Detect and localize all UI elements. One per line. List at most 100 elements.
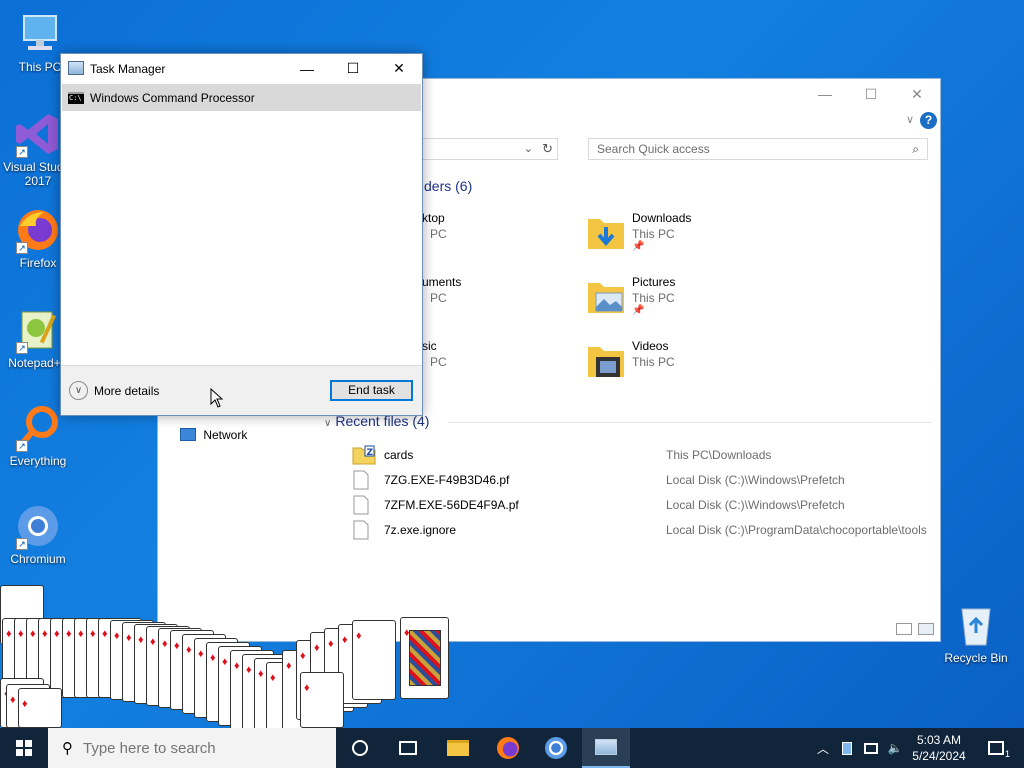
svg-text:Z: Z bbox=[367, 448, 374, 458]
network-icon bbox=[864, 742, 878, 754]
shortcut-arrow-icon: ↗ bbox=[16, 342, 28, 354]
help-button[interactable]: ? bbox=[920, 112, 937, 129]
task-manager-icon bbox=[68, 61, 84, 75]
chromium-icon: ↗ bbox=[14, 502, 62, 550]
desktop-icon-chromium[interactable]: ↗ Chromium bbox=[0, 502, 76, 566]
file-name: 7ZG.EXE-F49B3D46.pf bbox=[384, 473, 510, 487]
file-name: 7z.exe.ignore bbox=[384, 523, 457, 537]
chevron-down-icon: ∨ bbox=[69, 381, 88, 400]
maximize-button[interactable]: ☐ bbox=[330, 54, 376, 83]
view-toggle bbox=[896, 623, 934, 635]
start-button[interactable] bbox=[0, 728, 48, 768]
frequent-folders-header[interactable]: ders (6) bbox=[424, 178, 472, 194]
monitor-icon bbox=[16, 10, 64, 58]
search-placeholder: Search Quick access bbox=[597, 142, 710, 156]
tablet-icon bbox=[842, 741, 852, 755]
firefox-icon: ↗ bbox=[14, 206, 62, 254]
desktop-icon-recycle-bin[interactable]: Recycle Bin bbox=[940, 603, 1012, 665]
chevron-down-icon: ∨ bbox=[324, 418, 332, 429]
firefox-icon bbox=[497, 737, 519, 759]
magnifier-icon: ↗ bbox=[14, 404, 62, 452]
clock-date: 5/24/2024 bbox=[912, 749, 966, 763]
file-icon bbox=[352, 520, 370, 540]
folder-name: Pictures bbox=[632, 275, 676, 289]
taskbar-chromium[interactable] bbox=[532, 728, 580, 768]
taskbar-file-explorer[interactable] bbox=[434, 728, 482, 768]
maximize-button[interactable]: ☐ bbox=[848, 79, 894, 109]
task-manager-window[interactable]: Task Manager — ☐ ✕ C:\ Windows Command P… bbox=[60, 53, 423, 416]
windows-logo-icon bbox=[16, 740, 32, 756]
taskbar: ⚲ ︿ 🔈 5:03 AM 5/24/2024 1 bbox=[0, 728, 1024, 768]
file-path: Local Disk (C:)\Windows\Prefetch bbox=[666, 498, 845, 512]
desktop-icon-label: Recycle Bin bbox=[944, 651, 1008, 665]
speaker-muted-icon: 🔈 bbox=[887, 741, 903, 755]
details-view-icon[interactable] bbox=[896, 623, 912, 635]
chevron-up-icon: ︿ bbox=[816, 741, 829, 756]
shortcut-arrow-icon: ↗ bbox=[16, 538, 28, 550]
pictures-folder-icon bbox=[586, 277, 626, 317]
recent-file-row[interactable]: 7z.exe.ignore Local Disk (C:)\ProgramDat… bbox=[350, 520, 935, 542]
zip-folder-icon: Z bbox=[352, 445, 376, 465]
search-input[interactable]: Search Quick access ⌕ bbox=[588, 138, 928, 160]
file-path: This PC\Downloads bbox=[666, 448, 772, 462]
cortana-button[interactable] bbox=[336, 728, 384, 768]
chevron-down-icon[interactable]: ⌄ bbox=[524, 142, 533, 155]
recent-file-row[interactable]: Z cards This PC\Downloads bbox=[350, 445, 935, 467]
tray-device-icon[interactable] bbox=[838, 728, 856, 768]
desktop-icon-label: Everything bbox=[9, 454, 67, 468]
folder-tile-pictures[interactable]: Pictures This PC 📌 bbox=[586, 275, 786, 325]
folder-icon bbox=[447, 740, 469, 756]
visual-studio-icon: ↗ bbox=[14, 110, 62, 158]
file-name: cards bbox=[384, 448, 414, 462]
process-row-command-processor[interactable]: C:\ Windows Command Processor bbox=[62, 84, 421, 111]
pin-icon: 📌 bbox=[632, 241, 645, 252]
notepad-plus-plus-icon: ↗ bbox=[14, 306, 62, 354]
playing-card: ♦ bbox=[18, 688, 62, 728]
tray-volume-icon[interactable]: 🔈 bbox=[884, 728, 906, 768]
taskbar-task-manager[interactable] bbox=[582, 728, 630, 768]
folder-location: PC bbox=[430, 355, 447, 369]
large-icons-view-icon[interactable] bbox=[918, 623, 934, 635]
file-name: 7ZFM.EXE-56DE4F9A.pf bbox=[384, 498, 519, 512]
nav-item-network[interactable]: Network bbox=[180, 428, 247, 442]
shortcut-arrow-icon: ↗ bbox=[16, 146, 28, 158]
downloads-folder-icon bbox=[586, 213, 626, 253]
folder-location: PC bbox=[430, 227, 447, 241]
folder-name: Downloads bbox=[632, 211, 692, 225]
end-task-button[interactable]: End task bbox=[330, 380, 413, 401]
taskbar-firefox[interactable] bbox=[484, 728, 532, 768]
recent-file-row[interactable]: 7ZG.EXE-F49B3D46.pf Local Disk (C:)\Wind… bbox=[350, 470, 935, 492]
minimize-button[interactable]: — bbox=[802, 79, 848, 109]
system-clock[interactable]: 5:03 AM 5/24/2024 bbox=[905, 732, 973, 764]
search-icon: ⚲ bbox=[62, 740, 73, 757]
ribbon-expand-icon[interactable]: ∨ bbox=[906, 113, 914, 126]
folder-tile-videos[interactable]: Videos This PC bbox=[586, 339, 786, 389]
process-name: Windows Command Processor bbox=[90, 91, 255, 105]
minimize-button[interactable]: — bbox=[284, 54, 330, 83]
folder-tile-downloads[interactable]: Downloads This PC 📌 bbox=[586, 211, 786, 261]
file-path: Local Disk (C:)\ProgramData\chocoportabl… bbox=[666, 523, 927, 537]
file-path: Local Disk (C:)\Windows\Prefetch bbox=[666, 473, 845, 487]
playing-card: ♦ bbox=[300, 672, 344, 728]
close-button[interactable]: ✕ bbox=[376, 54, 422, 83]
notification-count: 1 bbox=[1004, 749, 1010, 759]
taskbar-search[interactable]: ⚲ bbox=[48, 728, 336, 768]
mouse-cursor-icon bbox=[210, 387, 224, 408]
jack-face-art bbox=[409, 630, 441, 686]
folder-location: PC bbox=[430, 291, 447, 305]
show-hidden-icons-button[interactable]: ︿ bbox=[812, 728, 834, 768]
action-center-button[interactable]: 1 bbox=[978, 728, 1014, 768]
folder-name: sic bbox=[422, 339, 437, 353]
taskbar-search-input[interactable] bbox=[83, 739, 323, 757]
close-button[interactable]: ✕ bbox=[894, 79, 940, 109]
refresh-icon[interactable]: ↻ bbox=[542, 141, 553, 157]
file-icon bbox=[352, 470, 370, 490]
videos-folder-icon bbox=[586, 341, 626, 381]
more-details-button[interactable]: ∨ More details bbox=[69, 381, 159, 400]
tray-network-icon[interactable] bbox=[860, 728, 882, 768]
task-view-button[interactable] bbox=[384, 728, 432, 768]
task-manager-titlebar[interactable]: Task Manager — ☐ ✕ bbox=[61, 54, 422, 83]
playing-card: ♦ bbox=[352, 620, 396, 700]
shortcut-arrow-icon: ↗ bbox=[16, 440, 28, 452]
recent-file-row[interactable]: 7ZFM.EXE-56DE4F9A.pf Local Disk (C:)\Win… bbox=[350, 495, 935, 517]
